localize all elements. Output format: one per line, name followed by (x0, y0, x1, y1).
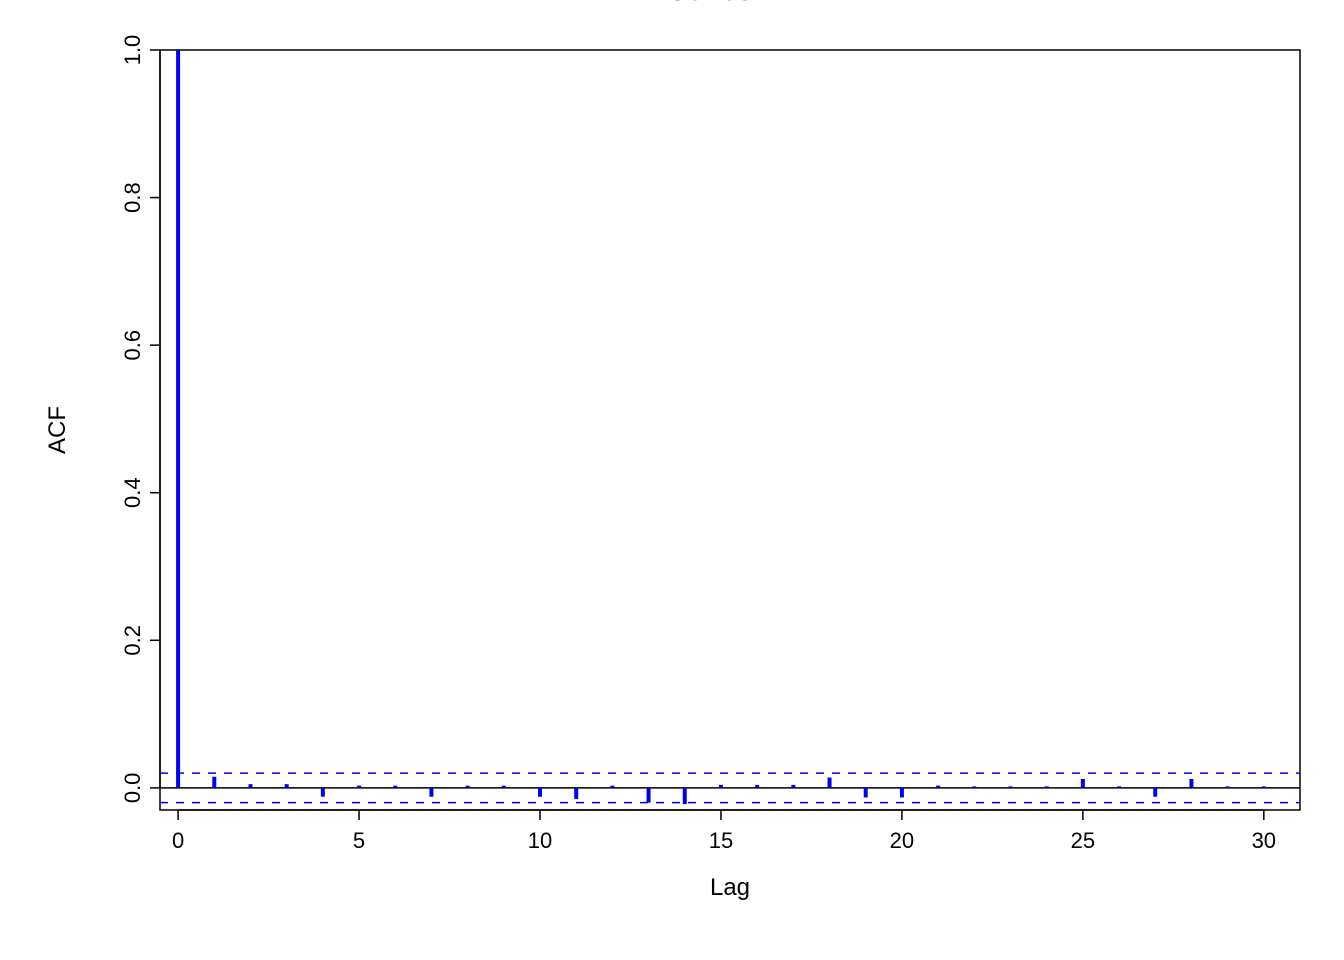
x-axis-label: Lag (710, 874, 750, 901)
x-tick-label: 10 (528, 828, 552, 853)
chart-svg: Series x2 0 5 10 15 20 25 30 0.0 0.2 0.4 0.6 0.8 1.0 L… (0, 0, 1344, 960)
x-tick-label: 5 (353, 828, 365, 853)
x-tick-label: 0 (172, 828, 184, 853)
chart-title: Series x2 (669, 0, 792, 6)
plot-box (160, 50, 1300, 810)
y-tick-label: 0.6 (120, 330, 145, 361)
x-tick-label: 25 (1071, 828, 1095, 853)
y-tick-label: 1.0 (120, 35, 145, 66)
x-tick-label: 15 (709, 828, 733, 853)
x-tick-label: 20 (890, 828, 914, 853)
y-tick-label: 0.2 (120, 625, 145, 656)
y-tick-label: 0.8 (120, 182, 145, 213)
y-tick-label: 0.4 (120, 477, 145, 508)
y-axis-label: ACF (44, 406, 71, 454)
y-tick-label: 0.0 (120, 773, 145, 804)
x-tick-label: 30 (1252, 828, 1276, 853)
acf-chart: Series x2 0 5 10 15 20 25 30 0.0 0.2 0.4 0.6 0.8 1.0 L… (0, 0, 1344, 960)
